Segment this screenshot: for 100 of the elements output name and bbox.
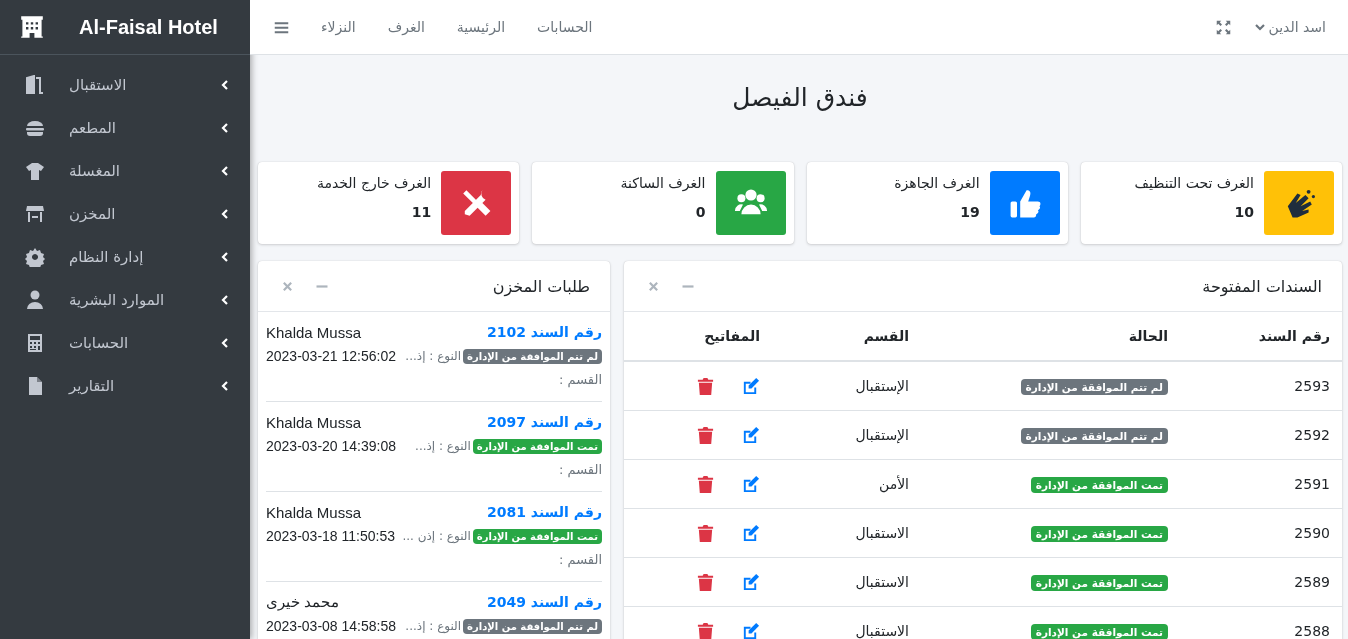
table-cell: 2591 (1180, 459, 1342, 509)
requester-name: Khalda Mussa (266, 503, 362, 521)
chevron-down-icon (1254, 22, 1265, 32)
stat-label: الغرف الساكنة (619, 175, 706, 191)
nav-link[interactable]: الرئيسية (456, 19, 506, 35)
request-date: 2023-03-08 14:58:58 (266, 618, 396, 634)
nav-link[interactable]: الحسابات (537, 19, 593, 35)
column-header: القسم (772, 312, 921, 361)
column-header: رقم السند (1180, 312, 1342, 361)
expand-icon (1215, 19, 1231, 35)
door-icon (25, 74, 45, 95)
stat-label: الغرف تحت التنظيف (1133, 175, 1254, 191)
table-cell: 2593 (1180, 361, 1342, 411)
sidebar-item[interactable]: الموارد البشرية (0, 278, 250, 321)
edit-icon (741, 376, 760, 396)
trash-icon (696, 474, 715, 494)
status-badge: لم تتم الموافقة من الإدارة (463, 618, 602, 634)
stat-label: الغرف الجاهزة (893, 175, 980, 191)
department-label: القسم : (558, 371, 602, 390)
nav-link[interactable]: الغرف (387, 19, 425, 35)
close-icon (648, 280, 659, 292)
status-badge: تمت الموافقة من الإدارة (1030, 623, 1168, 639)
table-cell: الاستقبال (772, 508, 921, 558)
chevron-left-icon (220, 251, 230, 262)
status-badge: تمت الموافقة من الإدارة (1030, 525, 1168, 542)
table-cell: الإستقبال (772, 410, 921, 460)
panel-title: طلبات المخزن (492, 276, 590, 296)
trash-icon (696, 572, 715, 592)
delete-button[interactable] (696, 474, 715, 494)
shirt-icon (25, 160, 45, 181)
edit-button[interactable] (741, 376, 760, 396)
menu-icon (274, 19, 289, 35)
voucher-link[interactable]: رقم السند 2081 (486, 504, 602, 520)
request-date: 2023-03-18 11:50:53 (266, 528, 395, 544)
sidebar-item[interactable]: المطعم (0, 106, 250, 149)
table-cell: 2589 (1180, 557, 1342, 607)
table-cell: الاستقبال (772, 606, 921, 639)
stat-value: 19 (959, 204, 980, 220)
table-cell: الاستقبال (772, 557, 921, 607)
delete-button[interactable] (696, 572, 715, 592)
edit-icon (741, 474, 760, 494)
status-badge: تمت الموافقة من الإدارة (1030, 574, 1168, 591)
table-cell: 2592 (1180, 410, 1342, 460)
trash-icon (696, 376, 715, 396)
table-cell: 2588 (1180, 606, 1342, 639)
delete-button[interactable] (696, 621, 715, 639)
sidebar-item[interactable]: المخزن (0, 192, 250, 235)
delete-button[interactable] (696, 425, 715, 445)
delete-button[interactable] (696, 523, 715, 543)
page-title: فندق الفيصل (731, 83, 869, 112)
trash-icon (696, 425, 715, 445)
edit-button[interactable] (741, 621, 760, 639)
chevron-left-icon (220, 122, 230, 133)
column-header: الحالة (921, 312, 1180, 361)
request-type: النوع : إذ... (405, 619, 462, 633)
edit-button[interactable] (741, 425, 760, 445)
request-type: النوع : إذ... (405, 349, 462, 363)
table-cell: الإستقبال (772, 361, 921, 411)
department-label: القسم : (558, 551, 602, 570)
stat-value: 10 (1233, 204, 1254, 220)
edit-icon (741, 425, 760, 445)
nav-link[interactable]: النزلاء (321, 19, 356, 35)
sidebar-item[interactable]: الحسابات (0, 321, 250, 364)
sidebar-item[interactable]: التقارير (0, 364, 250, 407)
requester-name: Khalda Mussa (266, 323, 362, 341)
user-icon (25, 289, 45, 310)
voucher-link[interactable]: رقم السند 2097 (486, 414, 602, 430)
delete-button[interactable] (696, 376, 715, 396)
edit-icon (741, 523, 760, 543)
request-date: 2023-03-21 12:56:02 (266, 348, 396, 364)
edit-button[interactable] (741, 474, 760, 494)
status-badge: تمت الموافقة من الإدارة (1030, 476, 1168, 493)
close-icon (282, 280, 293, 292)
stat-value: 0 (694, 204, 706, 220)
column-header: المفاتيح (624, 312, 772, 361)
status-badge: لم تتم الموافقة من الإدارة (1020, 427, 1168, 444)
edit-button[interactable] (741, 523, 760, 543)
stat-value: 11 (410, 204, 432, 220)
status-badge: لم تتم الموافقة من الإدارة (1020, 378, 1168, 395)
status-badge: تمت الموافقة من الإدارة (472, 528, 602, 544)
sidebar-item[interactable]: المغسلة (0, 149, 250, 192)
stat-label: الغرف خارج الخدمة (315, 175, 432, 191)
panel-title: السندات المفتوحة (1202, 276, 1322, 296)
hotel-icon (20, 15, 44, 39)
edit-button[interactable] (741, 572, 760, 592)
requester-name: Khalda Mussa (266, 413, 362, 431)
chevron-left-icon (220, 208, 230, 219)
edit-icon (741, 621, 760, 639)
store-icon (25, 203, 45, 224)
thumbs-up-icon (1008, 187, 1041, 219)
request-type: النوع : إذن ... (402, 529, 471, 543)
chevron-left-icon (220, 337, 230, 348)
user-menu[interactable]: اسد الدين (1254, 19, 1326, 35)
chevron-left-icon (220, 380, 230, 391)
voucher-link[interactable]: رقم السند 2102 (486, 324, 602, 340)
sidebar-item[interactable]: إدارة النظام (0, 235, 250, 278)
settings-icon (25, 246, 45, 267)
voucher-link[interactable]: رقم السند 2049 (486, 594, 602, 610)
status-badge: تمت الموافقة من الإدارة (472, 438, 602, 454)
sidebar-item[interactable]: الاستقبال (0, 63, 250, 106)
